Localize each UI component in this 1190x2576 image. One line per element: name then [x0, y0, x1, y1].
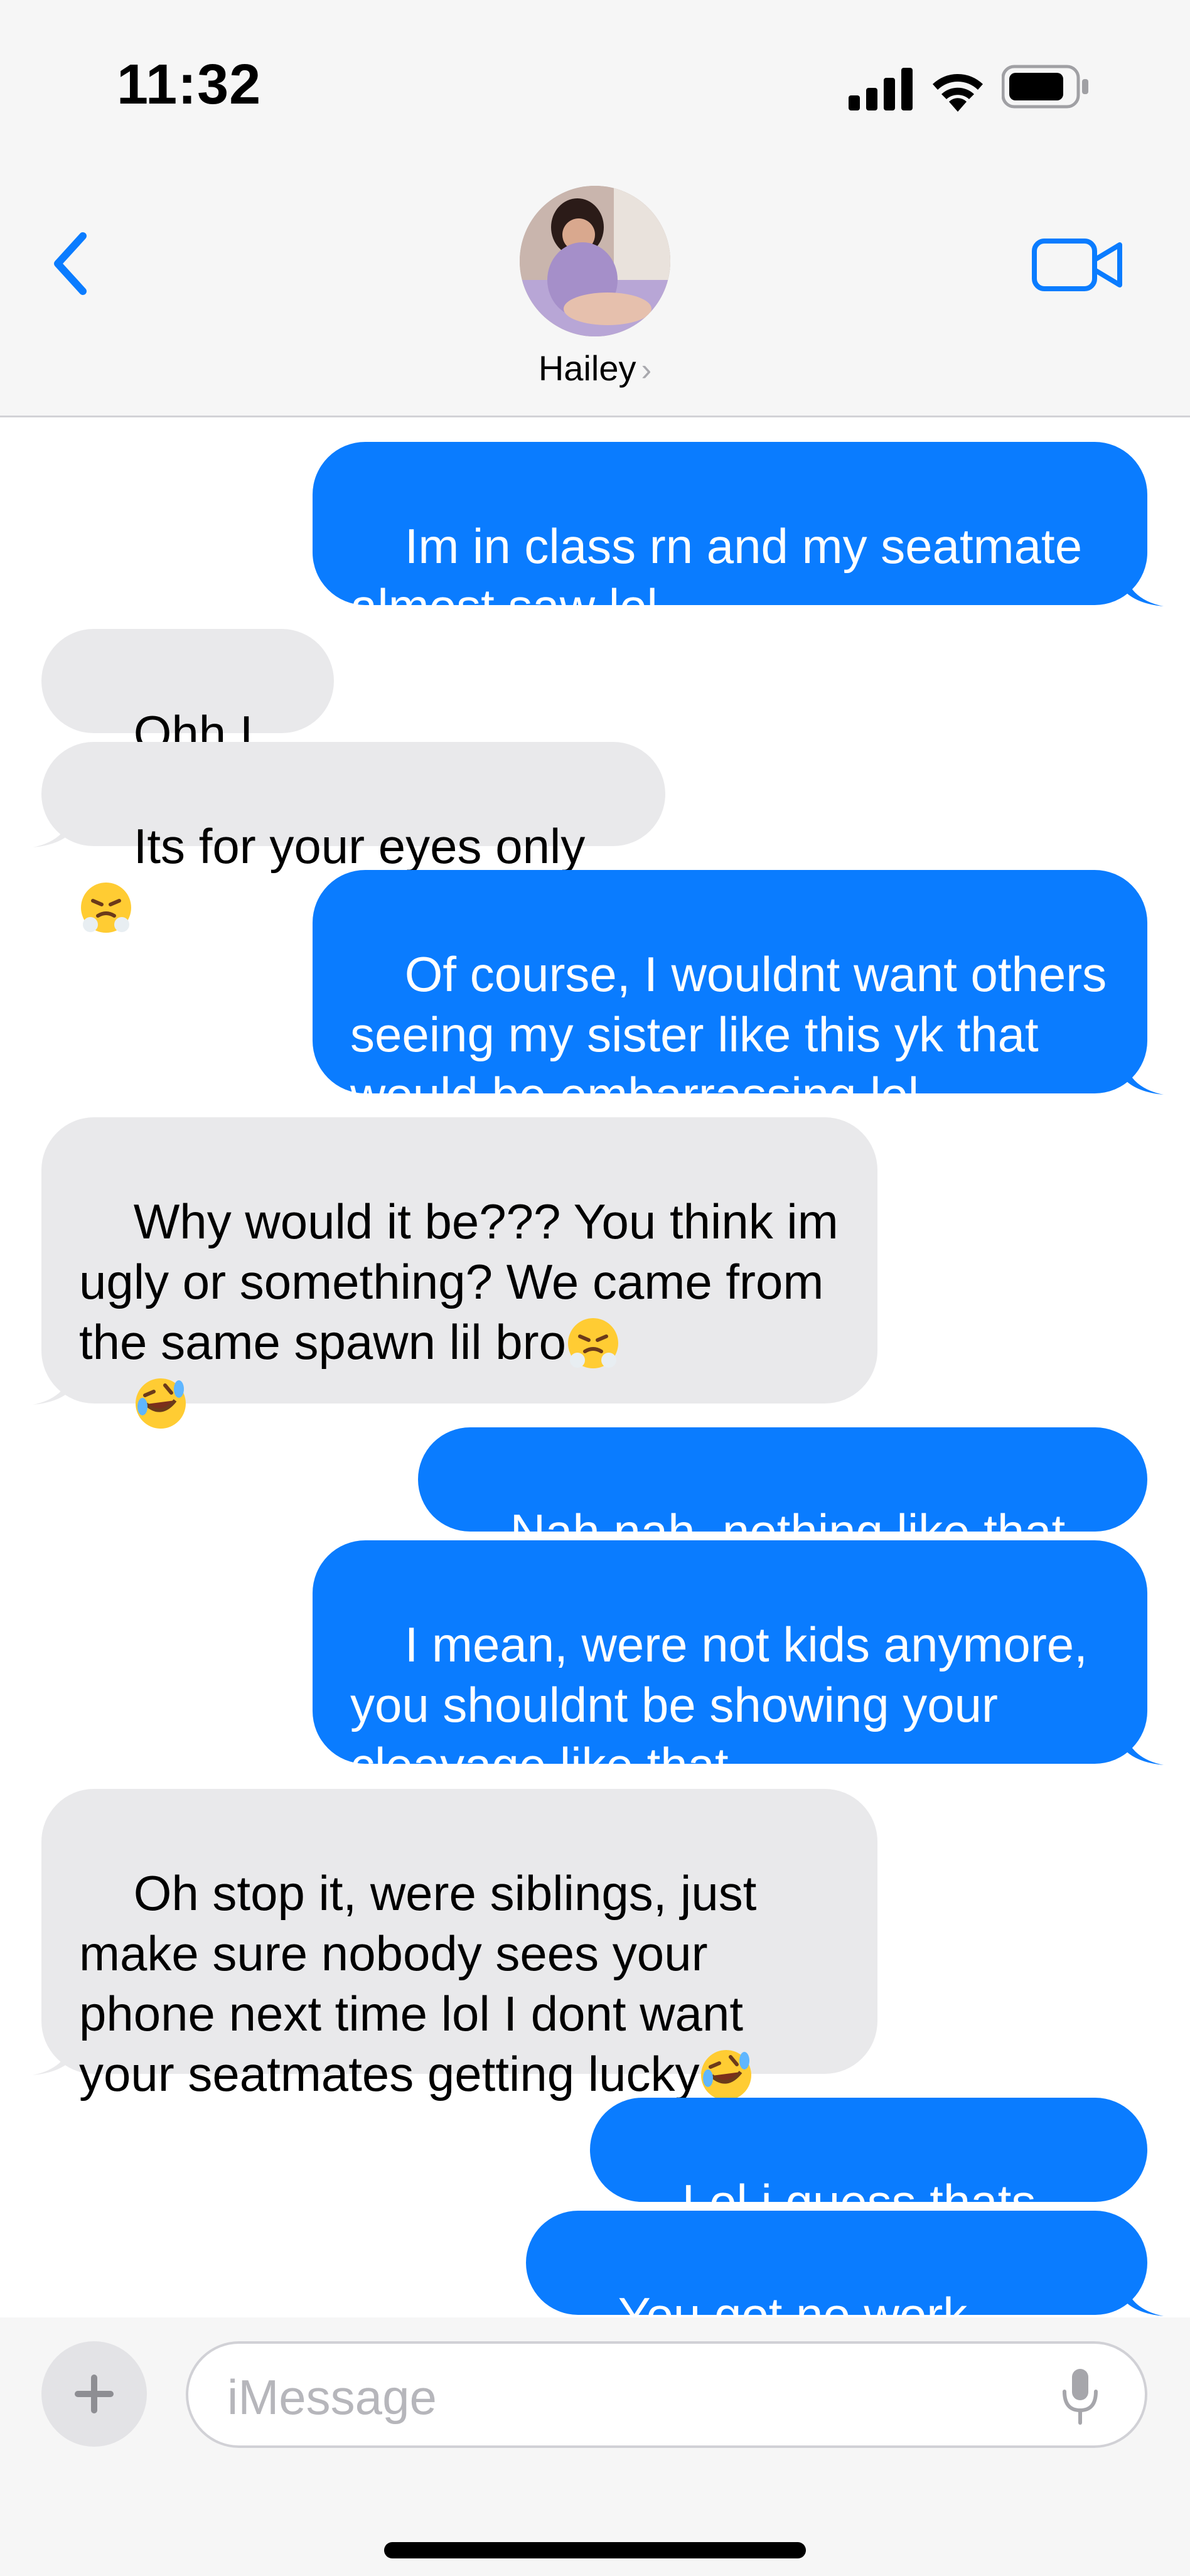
video-call-button[interactable] — [1032, 235, 1125, 295]
message-bubble-outgoing[interactable]: Of course, I wouldnt want others seeing … — [313, 870, 1147, 1122]
face-with-steam-icon — [81, 883, 131, 933]
bubble-tail — [33, 806, 73, 847]
bubble-tail — [33, 1363, 73, 1405]
message-text: Im in class rn and my seatmate almost sa… — [350, 518, 1096, 634]
battery-icon — [1002, 65, 1088, 109]
bubble-tail — [33, 2034, 73, 2075]
add-attachment-button[interactable] — [41, 2341, 147, 2447]
message-bubble-incoming[interactable]: Its for your eyes only — [41, 742, 665, 933]
message-bubble-incoming[interactable]: Oh stop it, were siblings, just make sur… — [41, 1789, 877, 2101]
message-bubble-outgoing[interactable]: Im in class rn and my seatmate almost sa… — [313, 442, 1147, 634]
contact-name: Hailey — [538, 348, 636, 388]
message-composer: iMessage — [0, 2317, 1190, 2576]
status-time: 11:32 — [117, 53, 262, 116]
message-text: I mean, were not kids anymore, you shoul… — [350, 1617, 1102, 1793]
face-with-steam-icon — [568, 1318, 619, 1368]
rolling-laughing-icon — [135, 1378, 186, 1429]
conversation-header: 11:32 Hailey › — [0, 0, 1190, 417]
wifi-icon — [933, 74, 983, 112]
bubble-tail — [1123, 2275, 1164, 2316]
message-bubble-incoming[interactable]: Why would it be??? You think im ugly or … — [41, 1117, 877, 1429]
contact-avatar — [520, 186, 670, 336]
home-indicator[interactable] — [384, 2542, 806, 2558]
message-bubble-incoming[interactable]: Ohh I see — [41, 629, 334, 821]
message-text: Why would it be??? You think im ugly or … — [79, 1194, 852, 1370]
message-text: Oh stop it, were siblings, just make sur… — [79, 1865, 771, 2101]
cellular-signal-icon — [849, 68, 913, 110]
message-input[interactable]: iMessage — [186, 2341, 1147, 2448]
plus-icon — [75, 2375, 114, 2413]
contact-info[interactable]: Hailey › — [513, 186, 677, 399]
rolling-laughing-icon — [701, 2050, 752, 2100]
message-bubble-outgoing[interactable]: I mean, were not kids anymore, you shoul… — [313, 1540, 1147, 1793]
message-text: Of course, I wouldnt want others seeing … — [350, 947, 1120, 1122]
message-bubble-outgoing[interactable]: Nah nah, nothing like that lol — [418, 1427, 1147, 1619]
bubble-tail — [1123, 565, 1164, 606]
bubble-tail — [1123, 1053, 1164, 1095]
chevron-right-icon: › — [641, 352, 652, 387]
message-text: Its for your eyes only — [133, 818, 586, 874]
bubble-tail — [1123, 1724, 1164, 1765]
message-bubble-outgoing[interactable]: Lol i guess thats true — [590, 2098, 1147, 2290]
microphone-icon[interactable] — [1059, 2366, 1101, 2427]
message-bubble-outgoing[interactable]: You got no work today? — [526, 2211, 1147, 2403]
back-button[interactable] — [44, 226, 100, 301]
message-input-placeholder: iMessage — [227, 2369, 437, 2425]
